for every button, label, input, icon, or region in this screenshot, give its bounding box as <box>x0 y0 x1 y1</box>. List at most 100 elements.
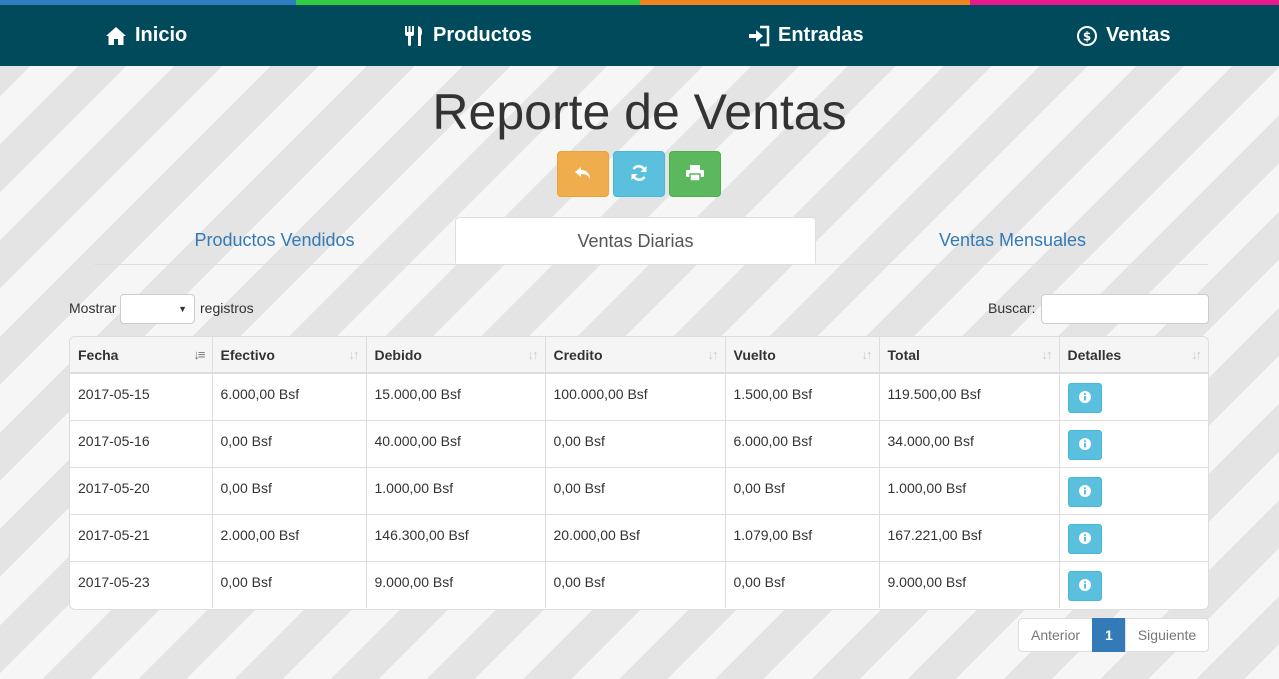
sort-icon: ↓↑ <box>861 347 873 362</box>
nav-item-label: Productos <box>433 24 532 46</box>
table-row: 2017-05-23 0,00 Bsf 9.000,00 Bsf 0,00 Bsf 0,… <box>70 560 1208 608</box>
table-cell: 6.000,00 Bsf <box>212 373 367 420</box>
column-header-label: Efectivo <box>220 346 275 363</box>
column-header-credito[interactable]: Credito ↓↑ <box>545 337 726 374</box>
table-row: 2017-05-20 0,00 Bsf 1.000,00 Bsf 0,00 Bsf 0,… <box>70 466 1208 514</box>
caret-down-icon: ▼ <box>178 304 187 314</box>
sort-icon: ↓↑ <box>348 347 360 362</box>
info-icon <box>1078 484 1091 500</box>
table-cell: 9.000,00 Bsf <box>879 560 1060 608</box>
table-cell: 0,00 Bsf <box>725 466 880 514</box>
table-cell: 40.000,00 Bsf <box>366 419 546 467</box>
action-buttons <box>557 151 721 197</box>
details-button[interactable] <box>1067 523 1102 554</box>
table-cell-detalles <box>1059 373 1208 420</box>
pagination-next[interactable]: Siguiente <box>1124 618 1210 652</box>
table-cell: 119.500,00 Bsf <box>879 373 1060 420</box>
table-cell: 1.500,00 Bsf <box>725 373 880 420</box>
table-cell: 1.079,00 Bsf <box>725 513 880 561</box>
pagination-prev[interactable]: Anterior <box>1018 618 1094 652</box>
details-button[interactable] <box>1067 429 1102 460</box>
search-label: Buscar: <box>988 300 1036 316</box>
nav-inicio[interactable]: Inicio <box>105 5 187 66</box>
page-title: Reporte de Ventas <box>432 84 847 140</box>
column-header-detalles[interactable]: Detalles ↓↑ <box>1059 337 1208 374</box>
nav-entradas[interactable]: Entradas <box>748 5 864 66</box>
sales-table: Fecha ↓≡ Efectivo ↓↑ Debido ↓↑ Credito ↓↑ Vu… <box>69 336 1209 610</box>
table-cell-detalles <box>1059 560 1208 608</box>
print-icon <box>685 164 705 185</box>
info-icon <box>1078 578 1091 594</box>
table-cell: 146.300,00 Bsf <box>366 513 546 561</box>
svg-text:$: $ <box>1083 29 1091 43</box>
nav-item-label: Inicio <box>135 24 188 46</box>
sort-icon: ↓↑ <box>527 347 539 362</box>
sort-icon: ↓↑ <box>1041 347 1053 362</box>
page-length-select[interactable]: ▼ <box>120 294 195 324</box>
top-navbar: Inicio Productos Entradas $ Ventas <box>0 0 1279 66</box>
column-header-vuelto[interactable]: Vuelto ↓↑ <box>725 337 880 374</box>
pagination-page-current[interactable]: 1 <box>1092 618 1126 652</box>
sort-icon: ↓↑ <box>707 347 719 362</box>
table-cell: 2017-05-15 <box>70 373 213 420</box>
table-row: 2017-05-15 6.000,00 Bsf 15.000,00 Bsf 100.0… <box>70 373 1208 420</box>
table-cell: 1.000,00 Bsf <box>366 466 546 514</box>
sort-icon: ↓↑ <box>1191 347 1202 362</box>
column-header-efectivo[interactable]: Efectivo ↓↑ <box>212 337 367 374</box>
table-cell: 0,00 Bsf <box>212 560 367 608</box>
column-header-total[interactable]: Total ↓↑ <box>879 337 1060 374</box>
table-cell: 2017-05-21 <box>70 513 213 561</box>
table-cell-detalles <box>1059 419 1208 467</box>
table-cell-detalles <box>1059 513 1208 561</box>
nav-item-label: Entradas <box>778 24 864 46</box>
table-cell: 9.000,00 Bsf <box>366 560 546 608</box>
table-header-row: Fecha ↓≡ Efectivo ↓↑ Debido ↓↑ Credito ↓↑ Vu… <box>70 337 1208 374</box>
print-button[interactable] <box>669 151 721 197</box>
search-input[interactable] <box>1041 294 1209 324</box>
table-cell-detalles <box>1059 466 1208 514</box>
nav-ventas[interactable]: $ Ventas <box>1076 5 1170 66</box>
table-cell: 2017-05-16 <box>70 419 213 467</box>
show-label: Mostrar <box>69 300 117 316</box>
tab-ventas-mensuales[interactable]: Ventas Mensuales <box>832 217 1193 263</box>
tab-productos-vendidos[interactable]: Productos Vendidos <box>94 217 455 263</box>
table-cell: 0,00 Bsf <box>725 560 880 608</box>
table-cell: 34.000,00 Bsf <box>879 419 1060 467</box>
home-icon <box>105 26 127 46</box>
column-header-label: Vuelto <box>733 346 776 363</box>
table-cell: 2017-05-23 <box>70 560 213 608</box>
table-cell: 0,00 Bsf <box>212 419 367 467</box>
table-cell: 0,00 Bsf <box>545 466 726 514</box>
column-header-fecha[interactable]: Fecha ↓≡ <box>70 337 213 374</box>
details-button[interactable] <box>1067 570 1102 601</box>
info-icon <box>1078 390 1091 406</box>
nav-item-label: Ventas <box>1106 24 1171 46</box>
column-header-debido[interactable]: Debido ↓↑ <box>366 337 546 374</box>
tab-ventas-diarias[interactable]: Ventas Diarias <box>455 217 816 264</box>
records-label: registros <box>200 300 254 316</box>
details-button[interactable] <box>1067 383 1102 413</box>
back-button[interactable] <box>557 151 609 197</box>
column-header-label: Total <box>887 346 920 363</box>
table-cell: 0,00 Bsf <box>545 419 726 467</box>
back-arrow-icon <box>574 165 592 184</box>
nav-productos[interactable]: Productos <box>403 5 532 66</box>
info-icon <box>1078 437 1091 453</box>
pagination: Anterior 1 Siguiente <box>1018 618 1210 652</box>
column-header-label: Fecha <box>78 346 119 363</box>
table-cell: 0,00 Bsf <box>212 466 367 514</box>
info-icon <box>1078 531 1091 547</box>
report-tabs: Productos Vendidos Ventas Diarias Ventas… <box>94 217 1208 265</box>
sign-in-icon <box>748 25 770 47</box>
refresh-button[interactable] <box>613 151 665 197</box>
details-button[interactable] <box>1067 476 1102 507</box>
table-cell: 0,00 Bsf <box>545 560 726 608</box>
table-cell: 6.000,00 Bsf <box>725 419 880 467</box>
table-cell: 100.000,00 Bsf <box>545 373 726 420</box>
dollar-circle-icon: $ <box>1076 25 1098 47</box>
column-header-label: Debido <box>374 346 422 363</box>
column-header-label: Detalles <box>1067 346 1122 363</box>
table-cell: 1.000,00 Bsf <box>879 466 1060 514</box>
table-row: 2017-05-21 2.000,00 Bsf 146.300,00 Bsf 20.0… <box>70 513 1208 561</box>
sort-asc-icon: ↓≡ <box>193 347 205 362</box>
